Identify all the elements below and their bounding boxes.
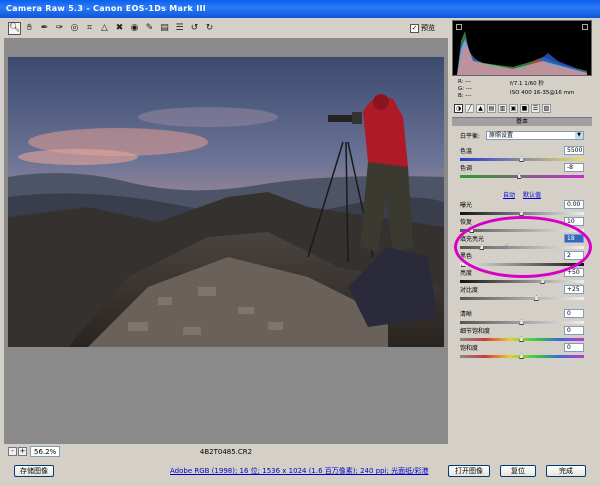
photo-preview	[8, 57, 444, 347]
pointer-cursor-icon: ☝	[503, 243, 509, 253]
open-image-button[interactable]: 打开图像	[448, 465, 490, 477]
contrast-field[interactable]: +25	[564, 285, 584, 294]
readout-b: B: ---	[458, 93, 472, 99]
saturation-field[interactable]: 0	[564, 343, 584, 352]
camera-info: R: --- G: --- B: --- f/7.1 1/60 秒 ISO 40…	[452, 76, 592, 104]
aperture-shutter: f/7.1 1/60 秒	[510, 81, 544, 87]
brightness-label: 亮度	[460, 270, 473, 277]
color-sampler-icon[interactable]: ✑	[53, 22, 66, 35]
red-eye-icon[interactable]: ◉	[128, 22, 141, 35]
section-title: 基本	[452, 117, 592, 126]
hsl-icon[interactable]: ▤	[487, 104, 496, 113]
list-icon[interactable]: ☰	[173, 22, 186, 35]
bottom-bar: 存储图像 Adobe RGB (1998); 16 位; 1536 x 1024…	[0, 460, 600, 486]
crop-icon[interactable]: ⌗	[83, 22, 96, 35]
snapshots-icon[interactable]: ▧	[542, 104, 551, 113]
contrast-label: 对比度	[460, 287, 479, 294]
white-balance-select[interactable]: 原照设置 ▼	[486, 131, 584, 140]
straighten-icon[interactable]: △	[98, 22, 111, 35]
filename: 4B2T0485.CR2	[199, 448, 253, 456]
done-button[interactable]: 完成	[546, 465, 586, 477]
rotate-ccw-icon[interactable]: ↺	[188, 22, 201, 35]
tone-curve-icon[interactable]: ╱	[465, 104, 474, 113]
preview-checkbox[interactable]: ✓ 预览	[410, 23, 435, 33]
basic-icon[interactable]: ◑	[454, 104, 463, 113]
tint-slider[interactable]	[460, 175, 584, 178]
highlight-annotation	[454, 216, 592, 278]
title-bar: Camera Raw 5.3 - Canon EOS-1Ds Mark III	[0, 0, 600, 18]
white-balance-label: 白平衡:	[460, 133, 481, 140]
reset-button[interactable]: 复位	[500, 465, 536, 477]
white-balance-eyedropper-icon[interactable]: ✒	[38, 22, 51, 35]
temperature-label: 色温	[460, 148, 473, 155]
chevron-down-icon[interactable]: ▼	[575, 132, 583, 139]
split-toning-icon[interactable]: ▥	[498, 104, 507, 113]
exposure-field[interactable]: 0.00	[564, 200, 584, 209]
presets-icon[interactable]: ☰	[531, 104, 540, 113]
shadow-clip-warning-icon[interactable]	[456, 24, 462, 30]
tint-field[interactable]: -8	[564, 163, 584, 172]
default-link[interactable]: 默认值	[523, 192, 541, 199]
histogram	[452, 20, 592, 76]
zoom-icon[interactable]: 🔍︎	[8, 22, 21, 35]
adjustment-brush-icon[interactable]: ✎	[143, 22, 156, 35]
auto-link[interactable]: 自动	[503, 192, 515, 199]
rotate-cw-icon[interactable]: ↻	[203, 22, 216, 35]
checkbox-icon[interactable]: ✓	[410, 23, 419, 33]
photo-image	[8, 57, 444, 347]
tint-label: 色调	[460, 165, 473, 172]
clarity-label: 清晰	[460, 311, 473, 318]
lens-icon[interactable]: ▣	[509, 104, 518, 113]
exposure-label: 曝光	[460, 202, 473, 209]
camera-calibration-icon[interactable]: ■	[520, 104, 529, 113]
temperature-field[interactable]: 5500	[564, 146, 584, 155]
detail-icon[interactable]: ▲	[476, 104, 485, 113]
clarity-field[interactable]: 0	[564, 309, 584, 318]
iso-lens: ISO 400 16-35@16 mm	[510, 90, 575, 96]
auto-default-links: 自动 默认值	[452, 190, 592, 199]
right-panel: R: --- G: --- B: --- f/7.1 1/60 秒 ISO 40…	[452, 20, 596, 458]
hand-icon[interactable]: ✋︎	[23, 22, 36, 35]
white-balance-value: 原照设置	[489, 132, 514, 139]
target-adjust-icon[interactable]: ◎	[68, 22, 81, 35]
vibrance-label: 细节饱和度	[460, 328, 491, 335]
panel-tabs: ◑ ╱ ▲ ▤ ▥ ▣ ■ ☰ ▧	[452, 104, 592, 116]
spot-removal-icon[interactable]: ✖	[113, 22, 126, 35]
save-image-button[interactable]: 存储图像	[14, 465, 54, 477]
workflow-options-link[interactable]: Adobe RGB (1998); 16 位; 1536 x 1024 (1.6…	[170, 466, 428, 476]
recovery-label: 恢复	[460, 219, 473, 226]
histogram-graph	[457, 31, 587, 75]
saturation-label: 饱和度	[460, 345, 479, 352]
status-bar: - + 56.2% 4B2T0485.CR2	[4, 445, 448, 459]
vibrance-field[interactable]: 0	[564, 326, 584, 335]
graduated-filter-icon[interactable]: ▤	[158, 22, 171, 35]
brightness-slider[interactable]	[460, 280, 584, 283]
contrast-slider[interactable]	[460, 297, 584, 300]
highlight-clip-warning-icon[interactable]	[582, 24, 588, 30]
toolbar: 🔍︎ ✋︎ ✒ ✑ ◎ ⌗ △ ✖ ◉ ✎ ▤ ☰ ↺ ↻ ✓ 预览	[6, 20, 446, 38]
preview-label: 预览	[421, 24, 435, 32]
